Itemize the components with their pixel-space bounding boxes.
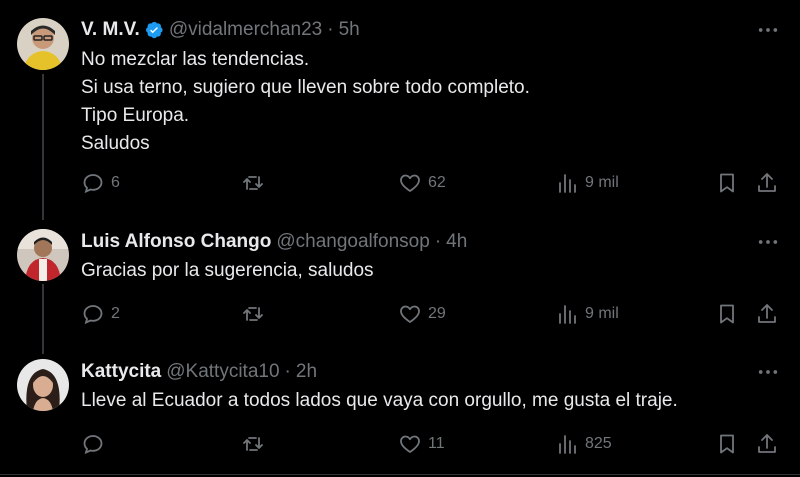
- more-options-button[interactable]: [756, 20, 780, 40]
- share-button[interactable]: [755, 168, 779, 198]
- share-icon: [758, 304, 776, 323]
- heart-icon: [400, 305, 420, 323]
- more-options-button[interactable]: [756, 362, 780, 382]
- reply-icon: [83, 435, 103, 455]
- like-button[interactable]: 62: [398, 168, 446, 198]
- tweet-text-line: Saludos: [81, 133, 150, 154]
- heart-icon: [400, 435, 420, 453]
- avatar[interactable]: [17, 359, 69, 411]
- views-button[interactable]: 825: [555, 429, 612, 459]
- views-button[interactable]: 9 mil: [555, 168, 619, 198]
- share-icon: [758, 434, 776, 453]
- separator-dot: ·: [434, 231, 442, 252]
- tweet-text-line: No mezclar las tendencias.: [81, 49, 310, 70]
- reply-button[interactable]: [81, 429, 111, 459]
- bookmark-icon: [720, 304, 734, 324]
- heart-icon: [400, 174, 420, 192]
- like-button[interactable]: 11: [398, 429, 445, 459]
- timestamp[interactable]: 2h: [296, 361, 317, 383]
- retweet-button[interactable]: [241, 168, 271, 198]
- action-bar: 11 825: [0, 429, 800, 459]
- share-button[interactable]: [755, 299, 779, 329]
- author-name[interactable]: V. M.V.: [81, 19, 140, 41]
- like-count: 29: [428, 305, 446, 322]
- separator-dot: ·: [327, 19, 334, 40]
- like-button[interactable]: 29: [398, 299, 446, 329]
- bookmark-icon: [720, 173, 734, 193]
- share-icon: [758, 173, 776, 192]
- author-handle[interactable]: @changoalfonsop: [276, 231, 429, 253]
- separator-dot: ·: [284, 361, 291, 382]
- timestamp[interactable]: 5h: [339, 19, 360, 41]
- views-button[interactable]: 9 mil: [555, 299, 619, 329]
- like-count: 62: [428, 174, 446, 191]
- action-bar: 6 62 9 mil: [0, 168, 800, 198]
- views-icon: [559, 174, 576, 193]
- views-count: 9 mil: [585, 305, 619, 322]
- retweet-icon: [243, 176, 263, 190]
- views-icon: [559, 435, 576, 454]
- tweet-text: Lleve al Ecuador a todos lados que vaya …: [81, 388, 678, 414]
- reply-icon: [83, 174, 103, 194]
- views-count: 825: [585, 435, 612, 452]
- reply-button[interactable]: 2: [81, 299, 120, 329]
- bookmark-button[interactable]: [715, 429, 739, 459]
- bookmark-button[interactable]: [715, 299, 739, 329]
- tweet[interactable]: Luis Alfonso Chango @changoalfonsop · 4h…: [0, 220, 800, 350]
- tweet-text-line: Tipo Europa.: [81, 105, 190, 126]
- retweet-button[interactable]: [241, 429, 271, 459]
- author-handle[interactable]: @Kattycita10: [166, 361, 279, 383]
- like-count: 11: [428, 435, 445, 452]
- action-bar: 2 29 9 mil: [0, 299, 800, 329]
- bookmark-icon: [720, 434, 734, 454]
- tweet-text-line: Lleve al Ecuador a todos lados que vaya …: [81, 390, 678, 411]
- tweet[interactable]: V. M.V. @vidalmerchan23 · 5h No mezclar …: [0, 0, 800, 220]
- more-options-button[interactable]: [756, 232, 780, 252]
- tweet-text-line: Gracias por la sugerencia, saludos: [81, 260, 374, 281]
- bookmark-button[interactable]: [715, 168, 739, 198]
- avatar[interactable]: [17, 229, 69, 281]
- tweet-text: No mezclar las tendencias. Si usa terno,…: [81, 47, 530, 157]
- author-name[interactable]: Kattycita: [81, 361, 161, 383]
- author-handle[interactable]: @vidalmerchan23: [169, 19, 322, 41]
- avatar[interactable]: [17, 18, 69, 70]
- verified-badge-icon: [144, 20, 164, 40]
- retweet-icon: [243, 307, 263, 321]
- tweet-text: Gracias por la sugerencia, saludos: [81, 258, 374, 284]
- views-count: 9 mil: [585, 174, 619, 191]
- divider: [0, 474, 800, 475]
- retweet-icon: [243, 437, 263, 451]
- author-name[interactable]: Luis Alfonso Chango: [81, 231, 271, 253]
- reply-icon: [83, 305, 103, 325]
- views-icon: [559, 305, 576, 324]
- tweet-text-line: Si usa terno, sugiero que lleven sobre t…: [81, 77, 530, 98]
- timestamp[interactable]: 4h: [446, 231, 467, 253]
- reply-count: 2: [111, 305, 120, 322]
- reply-count: 6: [111, 174, 120, 191]
- retweet-button[interactable]: [241, 299, 271, 329]
- share-button[interactable]: [755, 429, 779, 459]
- tweet[interactable]: Kattycita @Kattycita10 · 2h Lleve al Ecu…: [0, 350, 800, 477]
- reply-button[interactable]: 6: [81, 168, 120, 198]
